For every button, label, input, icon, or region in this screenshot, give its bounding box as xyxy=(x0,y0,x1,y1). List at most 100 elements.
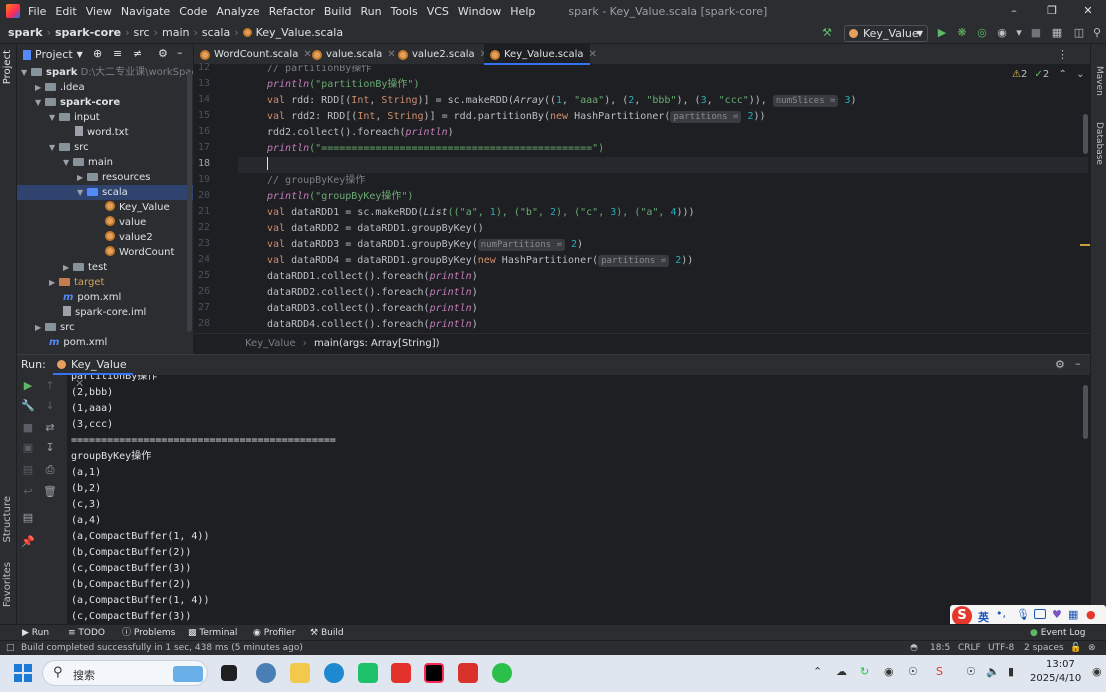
crumb-scala[interactable]: scala xyxy=(202,26,230,39)
event-log-button[interactable]: ● Event Log xyxy=(1030,626,1085,640)
tree-item-target[interactable]: ▶ target xyxy=(17,275,193,290)
clock-date[interactable]: 2025/4/10 xyxy=(1030,673,1081,684)
file-explorer-icon[interactable] xyxy=(290,663,310,683)
search-everywhere-icon[interactable]: ⚲ xyxy=(1090,25,1104,41)
menu-code[interactable]: Code xyxy=(179,5,207,18)
debug-icon[interactable]: ❋ xyxy=(955,25,969,41)
hide-icon[interactable]: – xyxy=(1075,357,1081,370)
microphone-icon[interactable]: 🎙 xyxy=(1016,608,1030,621)
chat-app-icon[interactable] xyxy=(358,663,378,683)
expand-all-icon[interactable]: ≡ xyxy=(113,47,122,60)
favorites-tool-tab[interactable]: Favorites xyxy=(2,562,13,607)
keyboard-icon[interactable] xyxy=(1034,609,1046,619)
settings-app-icon[interactable] xyxy=(256,663,276,683)
project-view-select[interactable]: Project xyxy=(35,48,73,61)
warning-stripe-marker[interactable] xyxy=(1080,244,1090,246)
crumb-spark[interactable]: spark xyxy=(8,26,43,39)
crumb-spark-core[interactable]: spark-core xyxy=(55,26,121,39)
volume-icon[interactable]: 🔈 xyxy=(986,665,1000,678)
tree-item-pom-xml-root[interactable]: m pom.xml xyxy=(17,335,193,350)
notification-icon[interactable]: ◉ xyxy=(1092,665,1102,678)
tray-app-icon[interactable]: ↻ xyxy=(860,665,869,678)
tree-item-idea[interactable]: ▶ .idea xyxy=(17,80,193,95)
bottom-tab-run[interactable]: ▶ Run xyxy=(22,626,49,640)
tree-item-src[interactable]: ▼ src xyxy=(17,140,193,155)
locate-icon[interactable]: ⊕ xyxy=(93,47,102,60)
bottom-tab-build[interactable]: ⚒ Build xyxy=(310,626,344,640)
wps-office-icon[interactable] xyxy=(391,663,411,683)
project-tool-tab[interactable]: Project xyxy=(2,50,13,84)
tree-item-input[interactable]: ▼ input xyxy=(17,110,193,125)
task-view-icon[interactable] xyxy=(221,665,237,681)
wechat-icon[interactable] xyxy=(492,663,512,683)
tree-item-value2[interactable]: value2 xyxy=(17,230,193,245)
windows-start-icon[interactable] xyxy=(14,664,32,682)
network-icon[interactable]: ☉ xyxy=(966,665,976,678)
status-panel-icon[interactable]: □ xyxy=(6,641,15,655)
wps-writer-icon[interactable] xyxy=(458,663,478,683)
tree-item-spark-core-iml[interactable]: spark-core.iml xyxy=(17,305,193,320)
maven-tool-tab[interactable]: Maven xyxy=(1094,66,1104,96)
tab-value2[interactable]: value2.scala✕ xyxy=(392,44,488,65)
menu-navigate[interactable]: Navigate xyxy=(121,5,170,18)
tree-item-word-txt[interactable]: word.txt xyxy=(17,125,193,140)
pin-icon[interactable]: 📌 xyxy=(3,535,53,548)
run-config-select[interactable]: Key_Value ▼ xyxy=(844,25,928,42)
gear-icon[interactable]: ⚙ xyxy=(158,47,168,60)
menu-tools[interactable]: Tools xyxy=(391,5,418,18)
gear-icon[interactable]: ⚙ xyxy=(1055,358,1065,371)
tray-chevron-up-icon[interactable]: ⌃ xyxy=(813,665,822,678)
tree-item-pom-xml[interactable]: m pom.xml xyxy=(17,290,193,305)
menu-run[interactable]: Run xyxy=(361,5,382,18)
bottom-tab-todo[interactable]: ≡ TODO xyxy=(68,626,105,640)
console-scrollbar[interactable] xyxy=(1083,385,1088,439)
tree-item-value[interactable]: value xyxy=(17,215,193,230)
edge-browser-icon[interactable] xyxy=(324,663,344,683)
build-hammer-icon[interactable]: ⚒ xyxy=(820,25,834,41)
bottom-tab-terminal[interactable]: ▩ Terminal xyxy=(188,626,237,640)
minimize-icon[interactable]: – xyxy=(1004,3,1024,19)
bottom-tab-problems[interactable]: ⓘ Problems xyxy=(122,626,175,640)
code-area[interactable]: // partitionBy操作 println("partitionBy操作"… xyxy=(238,65,1088,333)
editor-scrollbar[interactable] xyxy=(1083,114,1088,154)
hide-icon[interactable]: – xyxy=(177,46,183,59)
tree-item-scala[interactable]: ▼ scala xyxy=(17,185,193,200)
tab-value[interactable]: value.scala ✕ xyxy=(306,44,396,65)
indent-setting[interactable]: 2 spaces xyxy=(1024,641,1064,655)
stop-icon[interactable]: ■ xyxy=(1030,25,1042,41)
caret-position[interactable]: 18:5 xyxy=(930,641,950,655)
tab-wordcount[interactable]: WordCount.scala ✕ xyxy=(194,44,312,65)
menu-file[interactable]: File xyxy=(28,5,46,18)
menu-vcs[interactable]: VCS xyxy=(427,5,449,18)
more-run-icon[interactable]: ▾ xyxy=(1013,25,1025,41)
run-icon[interactable]: ▶ xyxy=(935,25,949,41)
close-icon[interactable]: ✕ xyxy=(1078,3,1098,19)
ime-language[interactable]: 英 xyxy=(978,609,989,625)
tree-item-wordcount[interactable]: WordCount xyxy=(17,245,193,260)
restore-icon[interactable]: ❐ xyxy=(1042,3,1062,19)
taskbar-search[interactable]: ⚲ 搜索 xyxy=(42,660,208,686)
tree-item-resources[interactable]: ▶ resources xyxy=(17,170,193,185)
crumb-src[interactable]: src xyxy=(134,26,150,39)
tab-list-icon[interactable]: ⋮ xyxy=(1057,48,1068,61)
crumb-file[interactable]: Key_Value.scala xyxy=(256,26,343,39)
bottom-tab-profiler[interactable]: ◉ Profiler xyxy=(253,626,295,640)
tree-item-spark[interactable]: ▼ spark D:\大二专业课\workSpace xyxy=(17,65,193,80)
project-structure-icon[interactable]: ▦ xyxy=(1050,25,1064,41)
lock-icon[interactable]: 🔓 xyxy=(1070,641,1081,655)
memory-icon[interactable]: ◓ xyxy=(910,641,918,655)
menu-refactor[interactable]: Refactor xyxy=(269,5,315,18)
skin-icon[interactable]: ♥ xyxy=(1052,608,1062,621)
crumb-object[interactable]: Key_Value xyxy=(245,338,296,349)
tray-sogou-icon[interactable]: S xyxy=(936,665,943,678)
tree-item-spark-core[interactable]: ▼ spark-core xyxy=(17,95,193,110)
crumb-main[interactable]: main xyxy=(162,26,189,39)
clock-time[interactable]: 13:07 xyxy=(1046,659,1075,670)
menu-edit[interactable]: Edit xyxy=(55,5,76,18)
cloud-icon[interactable]: ☁ xyxy=(836,665,847,678)
profile-icon[interactable]: ◉ xyxy=(995,25,1009,41)
tree-item-test[interactable]: ▶ test xyxy=(17,260,193,275)
menu-window[interactable]: Window xyxy=(458,5,501,18)
tray-wechat-icon[interactable]: ◉ xyxy=(884,665,894,678)
battery-icon[interactable]: ▮ xyxy=(1008,665,1014,678)
